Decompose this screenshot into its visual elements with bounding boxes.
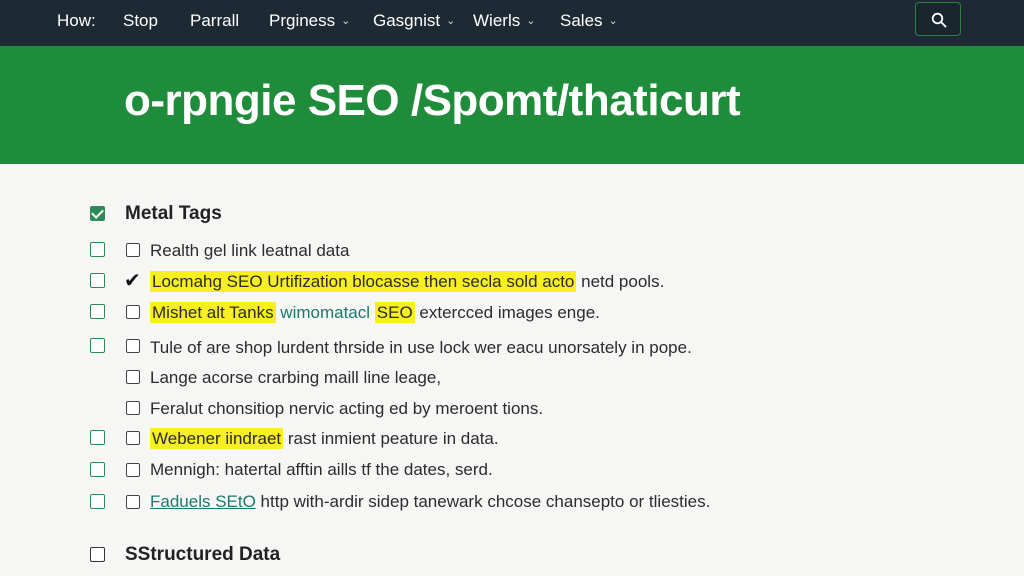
nav-label: Parrall bbox=[190, 11, 240, 30]
item-text: Feralut chonsitiop nervic acting ed by m… bbox=[150, 399, 544, 418]
item-checkbox[interactable] bbox=[90, 430, 105, 445]
nav-item-how[interactable]: How: bbox=[57, 10, 96, 32]
section-title-structured-data: SStructured Data bbox=[125, 544, 281, 565]
item-checkbox[interactable] bbox=[90, 304, 105, 319]
item-sub-checkbox[interactable] bbox=[126, 401, 140, 415]
nav-item-prginess[interactable]: Prginess ⌄ bbox=[269, 10, 350, 32]
chevron-down-icon: ⌄ bbox=[608, 15, 618, 27]
teal-text: wimomatacl bbox=[275, 303, 375, 322]
item-text: rast inmient peature in data. bbox=[283, 429, 499, 448]
list-item: Mishet alt Tanks wimomatacl SEO extercce… bbox=[150, 302, 600, 323]
list-item: Mennigh: hatertal afftin aills tf the da… bbox=[150, 460, 493, 480]
item-sub-checkbox[interactable] bbox=[126, 431, 140, 445]
nav-label: How: bbox=[57, 11, 96, 30]
nav-label: Stop bbox=[123, 11, 158, 30]
item-sub-checkbox[interactable] bbox=[126, 495, 140, 509]
nav-label: Wierls bbox=[473, 11, 521, 30]
list-item: Faduels SEtO http with-ardir sidep tanew… bbox=[150, 492, 710, 512]
top-navigation-bar: How: Stop Parrall Prginess ⌄ Gasgnist ⌄ Wi… bbox=[0, 0, 1024, 46]
item-checkbox[interactable] bbox=[90, 462, 105, 477]
highlighted-text: SEO bbox=[374, 302, 415, 323]
item-text: netd pools. bbox=[576, 272, 665, 291]
list-item: Realth gel link leatnal data bbox=[150, 241, 349, 261]
item-sub-checkbox[interactable] bbox=[126, 370, 140, 384]
item-sub-checkbox[interactable] bbox=[126, 305, 140, 319]
nav-label: Prginess bbox=[269, 11, 336, 30]
list-item: Locmahg SEO Urtifization blocasse then s… bbox=[150, 271, 665, 292]
page-title: o-rpngie SEO /Spomt/thaticurt bbox=[124, 76, 741, 125]
nav-item-parrall[interactable]: Parrall bbox=[190, 10, 239, 32]
nav-label: Gasgnist bbox=[373, 11, 441, 30]
item-checkbox[interactable] bbox=[90, 494, 105, 509]
list-item: Lange acorse crarbing maill line leage, bbox=[150, 368, 441, 388]
item-text: extercced images enge. bbox=[414, 303, 600, 322]
highlighted-text: Mishet alt Tanks bbox=[150, 302, 276, 323]
item-text: Tule of are shop lurdent thrside in use … bbox=[150, 338, 692, 357]
item-text: Lange acorse crarbing maill line leage, bbox=[150, 368, 442, 387]
page-banner: o-rpngie SEO /Spomt/thaticurt bbox=[0, 46, 1024, 164]
item-sub-checkbox[interactable] bbox=[126, 243, 140, 257]
section-checkbox-meta-tags[interactable] bbox=[90, 206, 105, 221]
item-checkbox[interactable] bbox=[90, 338, 105, 353]
item-checkbox[interactable] bbox=[90, 273, 105, 288]
section-title-meta-tags: Metal Tags bbox=[125, 203, 222, 224]
nav-item-wierls[interactable]: Wierls ⌄ bbox=[473, 10, 535, 32]
item-link[interactable]: Faduels SEtO bbox=[150, 492, 256, 511]
highlighted-text: Webener iindraet bbox=[150, 428, 284, 449]
list-item: Feralut chonsitiop nervic acting ed by m… bbox=[150, 399, 543, 419]
chevron-down-icon: ⌄ bbox=[526, 15, 536, 27]
chevron-down-icon: ⌄ bbox=[341, 15, 351, 27]
list-item: Tule of are shop lurdent thrside in use … bbox=[150, 338, 692, 358]
nav-item-gasgnist[interactable]: Gasgnist ⌄ bbox=[373, 10, 455, 32]
search-icon bbox=[931, 12, 947, 28]
item-sub-checkbox[interactable] bbox=[126, 339, 140, 353]
checkmark-icon[interactable]: ✔ bbox=[124, 268, 141, 293]
list-item: Webener iindraet rast inmient peature in… bbox=[150, 428, 499, 449]
highlighted-text: Locmahg SEO Urtifization blocasse then s… bbox=[150, 271, 577, 292]
search-button[interactable] bbox=[915, 2, 961, 36]
section-checkbox-structured-data[interactable] bbox=[90, 547, 105, 562]
item-sub-checkbox[interactable] bbox=[126, 463, 140, 477]
item-text: Realth gel link leatnal data bbox=[150, 241, 350, 260]
nav-item-stop[interactable]: Stop bbox=[123, 10, 158, 32]
item-text: http with-ardir sidep tanewark chcose ch… bbox=[255, 492, 711, 511]
item-text: Mennigh: hatertal afftin aills tf the da… bbox=[150, 460, 493, 479]
nav-item-sales[interactable]: Sales ⌄ bbox=[560, 10, 618, 32]
item-checkbox[interactable] bbox=[90, 242, 105, 257]
nav-label: Sales bbox=[560, 11, 603, 30]
chevron-down-icon: ⌄ bbox=[446, 15, 456, 27]
